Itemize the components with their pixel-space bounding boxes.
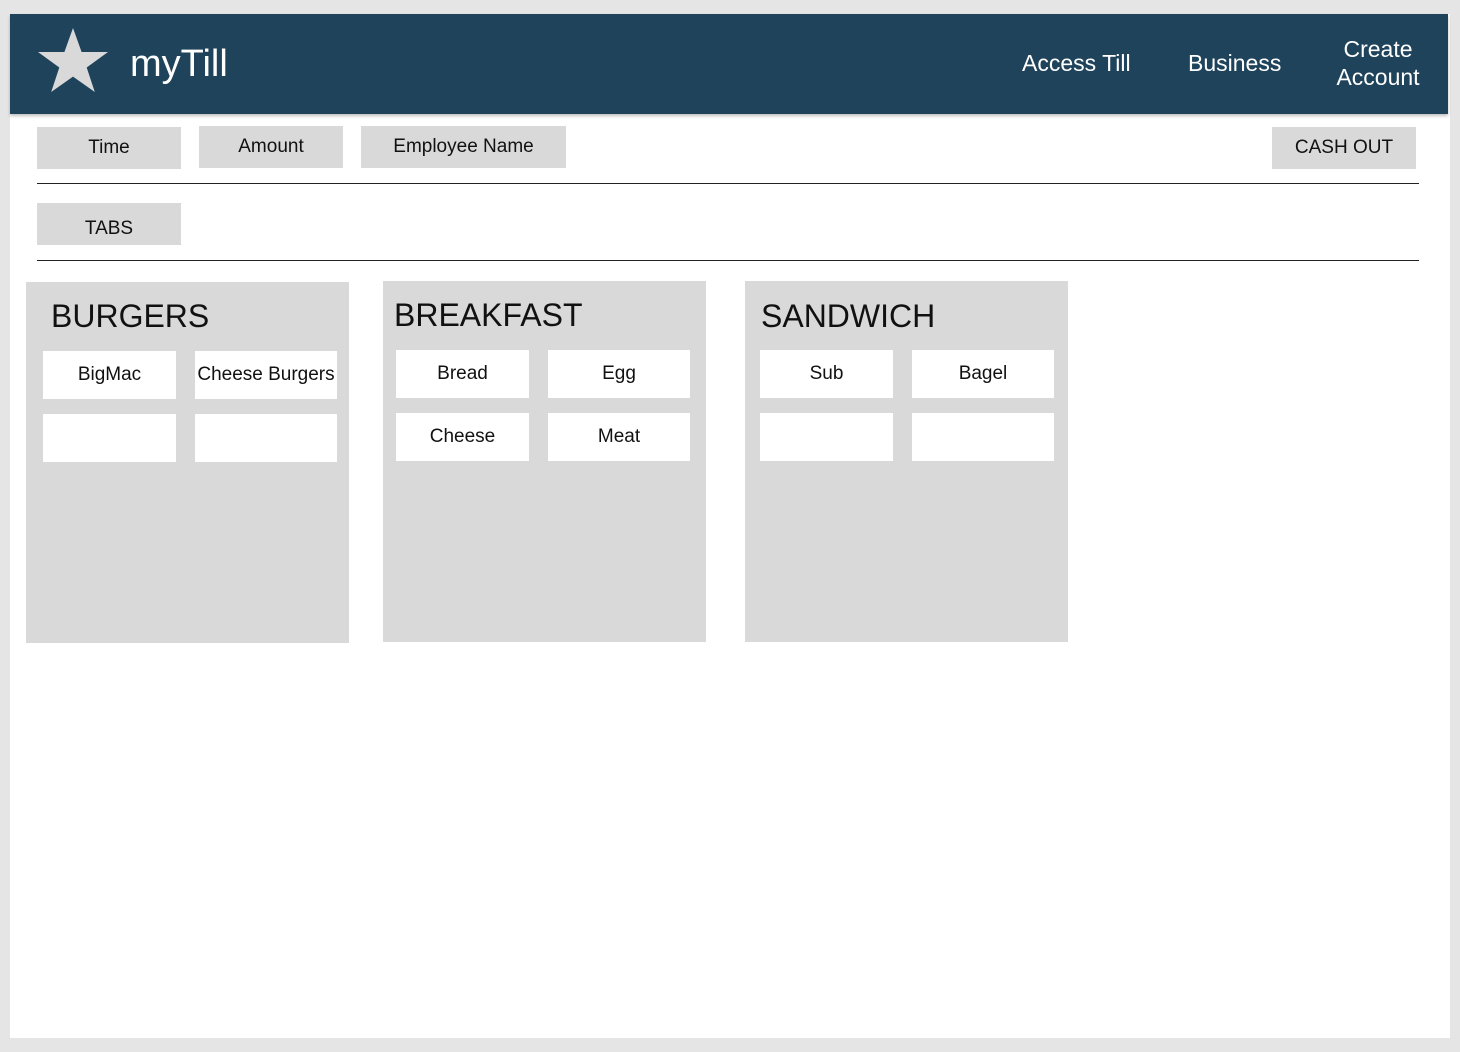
amount-button[interactable]: Amount <box>199 126 343 168</box>
menu-item-button[interactable]: Meat <box>548 413 690 461</box>
category-panel-sandwich: SANDWICH Sub Bagel <box>745 281 1068 642</box>
category-title: BREAKFAST <box>394 297 583 333</box>
menu-item-button[interactable]: Cheese Burgers <box>195 351 337 399</box>
menu-item-button[interactable]: Egg <box>548 350 690 398</box>
nav-business[interactable]: Business <box>1188 49 1281 77</box>
employee-name-button[interactable]: Employee Name <box>361 126 566 168</box>
menu-item-button[interactable]: BigMac <box>43 351 176 399</box>
menu-item-button-empty[interactable] <box>760 413 893 461</box>
nav-access-till[interactable]: Access Till <box>1022 49 1131 77</box>
menu-item-button-empty[interactable] <box>912 413 1054 461</box>
top-navbar: myTill Access Till Business Create Accou… <box>10 14 1448 114</box>
menu-item-button[interactable]: Sub <box>760 350 893 398</box>
menu-item-button[interactable]: Cheese <box>396 413 529 461</box>
menu-item-button-empty[interactable] <box>43 414 176 462</box>
category-title: BURGERS <box>51 298 210 334</box>
divider <box>37 260 1419 261</box>
cash-out-button[interactable]: CASH OUT <box>1272 127 1416 169</box>
divider <box>37 183 1419 184</box>
star-icon <box>38 28 108 92</box>
page: myTill Access Till Business Create Accou… <box>10 14 1450 1038</box>
category-panel-burgers: BURGERS BigMac Cheese Burgers <box>26 282 349 643</box>
category-panel-breakfast: BREAKFAST Bread Egg Cheese Meat <box>383 281 706 642</box>
nav-create-account[interactable]: Create Account <box>1328 35 1428 91</box>
category-title: SANDWICH <box>761 298 936 334</box>
menu-item-button[interactable]: Bread <box>396 350 529 398</box>
app-title: myTill <box>130 43 228 85</box>
menu-item-button[interactable]: Bagel <box>912 350 1054 398</box>
tabs-button[interactable]: TABS <box>37 203 181 245</box>
time-button[interactable]: Time <box>37 127 181 169</box>
menu-item-button-empty[interactable] <box>195 414 337 462</box>
